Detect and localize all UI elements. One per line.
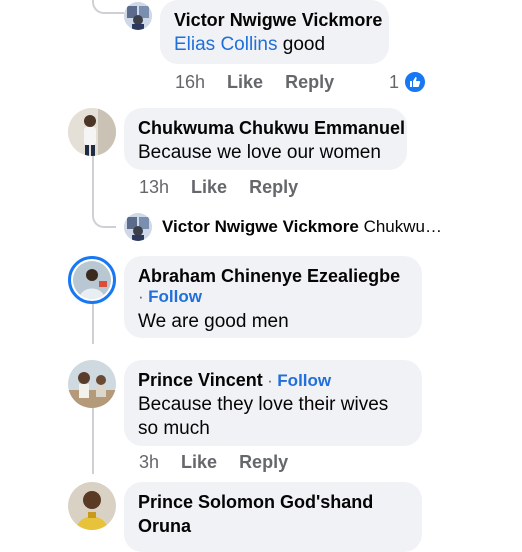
thread-connector: [92, 200, 116, 228]
comment-body-line: so much: [138, 418, 210, 439]
follow-row: · Follow: [138, 288, 408, 307]
comment-time[interactable]: 16h: [175, 72, 205, 93]
thread-line: [92, 408, 94, 474]
comment-body: Because we love our women: [138, 142, 381, 163]
comment-actions: 16h Like Reply: [175, 72, 334, 93]
reply-preview: Chukwu…: [363, 217, 442, 236]
mention-link[interactable]: Elias Collins: [174, 34, 277, 55]
comment-author-line[interactable]: Oruna: [138, 515, 408, 537]
thread-connector: [92, 0, 124, 14]
like-button[interactable]: Like: [227, 72, 263, 93]
comment-bubble: Abraham Chinenye Ezealiegbe · Follow We …: [124, 256, 422, 338]
thumbs-up-icon: [403, 70, 428, 94]
comment-author[interactable]: Chukwuma Chukwu Emmanuel: [138, 117, 405, 139]
comment-author[interactable]: Prince Vincent: [138, 370, 263, 390]
comment-time[interactable]: 3h: [139, 452, 159, 473]
thread-line: [92, 156, 94, 204]
avatar[interactable]: [68, 482, 116, 530]
like-button[interactable]: Like: [191, 177, 227, 198]
comment-author[interactable]: Abraham Chinenye Ezealiegbe: [138, 265, 408, 287]
like-button[interactable]: Like: [181, 452, 217, 473]
reaction-summary[interactable]: 1: [389, 70, 428, 94]
comment-bubble: Chukwuma Chukwu Emmanuel Because we love…: [124, 108, 407, 170]
collapsed-reply[interactable]: Victor Nwigwe Vickmore Chukwu…: [162, 217, 442, 237]
follow-button[interactable]: Follow: [148, 287, 202, 306]
author-row: Prince Vincent · Follow: [138, 369, 408, 391]
reply-button[interactable]: Reply: [239, 452, 288, 473]
follow-button[interactable]: Follow: [277, 371, 331, 390]
comment-text: Elias Collins good: [174, 33, 375, 57]
comment-body-line: Because they love their wives: [138, 394, 389, 415]
separator: ·: [138, 287, 144, 306]
comment-body: good: [282, 34, 326, 55]
comment-actions: 3h Like Reply: [139, 452, 288, 473]
avatar[interactable]: [68, 108, 116, 156]
comment-author-line[interactable]: Prince Solomon God'shand: [138, 491, 408, 513]
reaction-count: 1: [389, 71, 400, 92]
avatar[interactable]: [68, 256, 116, 304]
reply-button[interactable]: Reply: [285, 72, 334, 93]
comment-bubble: Prince Vincent · Follow Because they lov…: [124, 360, 422, 446]
separator: ·: [267, 371, 273, 390]
thread-line: [92, 304, 94, 344]
comment-author[interactable]: Victor Nwigwe Vickmore: [174, 9, 382, 31]
comment-body: We are good men: [138, 311, 289, 332]
comment-bubble: Prince Solomon God'shand Oruna: [124, 482, 422, 552]
comment-author[interactable]: Victor Nwigwe Vickmore: [162, 217, 359, 236]
avatar[interactable]: [68, 360, 116, 408]
avatar[interactable]: [124, 213, 152, 241]
comment-actions: 13h Like Reply: [139, 177, 298, 198]
avatar[interactable]: [124, 2, 152, 30]
reply-button[interactable]: Reply: [249, 177, 298, 198]
comment-time[interactable]: 13h: [139, 177, 169, 198]
comment-bubble: Victor Nwigwe Vickmore Elias Collins goo…: [160, 0, 389, 64]
